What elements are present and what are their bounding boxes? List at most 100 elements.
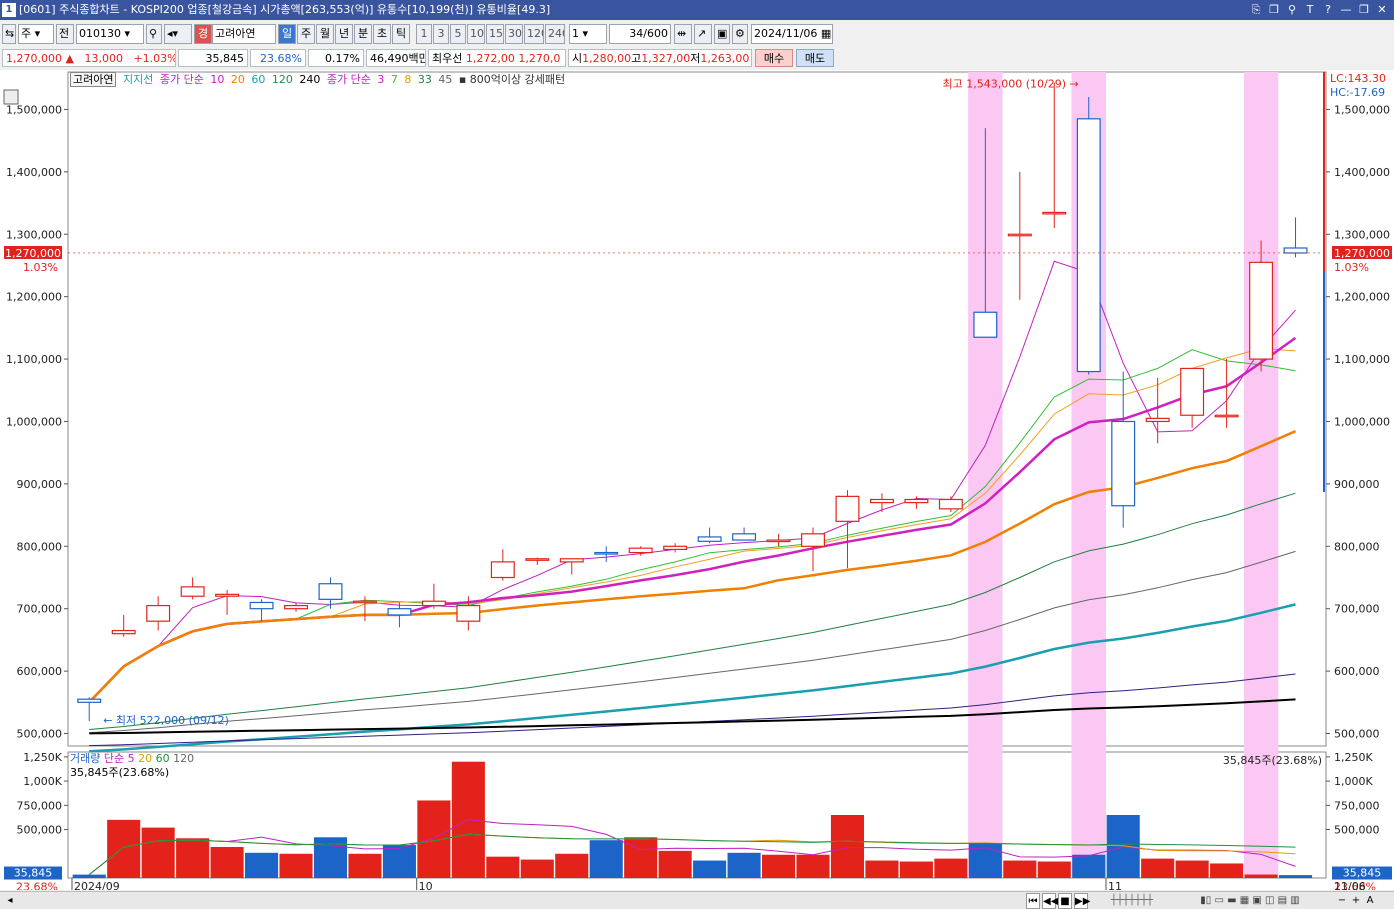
ratio-value: 0.17% xyxy=(308,49,364,67)
candle-body-10 xyxy=(421,600,446,607)
candle-body-30 xyxy=(1111,420,1136,507)
candle-body-32 xyxy=(1180,367,1205,416)
price-tick-label-right-3: 1,200,000 xyxy=(1334,291,1390,304)
current-price-right: 1,270,000 xyxy=(1334,247,1390,260)
interval-button-5[interactable]: 5 xyxy=(450,24,466,44)
interval-button-15[interactable]: 15 xyxy=(486,24,504,44)
period-tab-2[interactable]: 월 xyxy=(316,24,334,44)
price-tick-label-left-9: 600,000 xyxy=(17,665,63,678)
window-control-4[interactable]: ? xyxy=(1322,0,1334,20)
search-icon[interactable]: ⚲ xyxy=(146,24,162,44)
window-control-0[interactable]: ⎘ xyxy=(1250,0,1262,20)
period-tab-5[interactable]: 초 xyxy=(373,24,391,44)
volume-bar-22 xyxy=(830,815,865,878)
window-control-1[interactable]: ❐ xyxy=(1268,0,1280,20)
date-input[interactable]: 2024/11/06 ▦ xyxy=(751,24,833,44)
volume-bar-24 xyxy=(899,861,933,878)
chart-area[interactable]: 1,500,000 1,500,000 1,400,000 1,400,000 1,30… xyxy=(0,70,1394,894)
interval-button-240[interactable]: 240 xyxy=(545,24,565,44)
interval-button-3[interactable]: 3 xyxy=(433,24,449,44)
market-select[interactable]: 주 ▾ xyxy=(18,24,54,44)
volume-bar-0 xyxy=(72,874,106,878)
interval-button-30[interactable]: 30 xyxy=(505,24,523,44)
candlestick-chart[interactable]: 1,500,000 1,500,000 1,400,000 1,400,000 1,30… xyxy=(0,70,1394,894)
price-tick-label-right-8: 700,000 xyxy=(1334,603,1380,616)
count-input[interactable]: 34/600 xyxy=(609,24,671,44)
legend-ma2-label: 종가 단순 xyxy=(326,73,371,86)
volume-bar-34 xyxy=(1244,874,1278,878)
unit-select[interactable]: 1 ▾ xyxy=(569,24,607,44)
candle-body-17 xyxy=(663,545,688,551)
current-price-left: 1,270,000 xyxy=(5,247,61,260)
date-label-0: 2024/09 xyxy=(74,880,120,890)
first-page-icon[interactable]: ⏮ xyxy=(1026,893,1040,909)
candle-body-5 xyxy=(249,601,274,610)
volume-pct-left: 23.68% xyxy=(16,881,58,890)
volume-bar-27 xyxy=(1003,860,1037,878)
candle-body-34 xyxy=(1249,261,1274,360)
candle-body-26 xyxy=(973,311,998,338)
stop-icon[interactable]: ■ xyxy=(1058,893,1072,909)
title-bar: 1 [0601] 주식종합차트 - KOSPI200 업종[철강금속] 시가총액… xyxy=(0,0,1394,20)
font-size-icon[interactable]: A xyxy=(1364,893,1376,909)
speaker-icon[interactable]: ◂▾ xyxy=(164,24,192,44)
prev-page-icon[interactable]: ◀◀ xyxy=(1042,893,1058,909)
volume-ma-5: 5 xyxy=(127,752,135,765)
chart-type-icon[interactable]: ↗ xyxy=(694,24,712,44)
zoom-slider[interactable]: ┼┼┼┼┼┼┼ xyxy=(1098,893,1166,909)
next-page-icon[interactable]: ▶▶ xyxy=(1074,893,1090,909)
volume-tick-label-left-2: 750,000 xyxy=(17,799,63,812)
volume-bar-29 xyxy=(1072,854,1106,878)
scroll-left-icon[interactable]: ◂ xyxy=(4,893,16,909)
buy-button[interactable]: 매수 xyxy=(755,49,793,67)
sell-button[interactable]: 매도 xyxy=(796,49,834,67)
window-control-5[interactable]: — xyxy=(1340,0,1352,20)
legend-stock-name[interactable]: 고려아연 xyxy=(70,72,117,87)
volume-current-right-label: 35,845주(23.68%) xyxy=(1223,754,1322,767)
lc-label: LC:143.30 xyxy=(1330,72,1386,85)
refresh-icon[interactable]: ⇆ xyxy=(2,24,16,44)
stock-name[interactable]: 고려아연 xyxy=(212,24,276,44)
interval-button-120[interactable]: 120 xyxy=(524,24,544,44)
period-tab-6[interactable]: 틱 xyxy=(392,24,410,44)
volume-bar-21 xyxy=(796,854,830,878)
window-controls: ⎘ ❐ ⚲ T? — ❐ ✕ xyxy=(1250,0,1388,20)
candle-body-1 xyxy=(111,629,136,635)
volume-bar-4 xyxy=(210,846,244,878)
period-tab-4[interactable]: 분 xyxy=(354,24,372,44)
volume-legend: 거래량 단순 5 20 60 120 35,845주(23.68%) xyxy=(70,752,194,780)
candle-body-21 xyxy=(801,533,825,547)
legend-ma-20: 20 xyxy=(230,73,245,86)
period-tab-0[interactable]: 일 xyxy=(278,24,296,44)
low-annotation: ← 최저 522,000 (09/12) xyxy=(103,714,229,727)
legend-ma2-3: 3 xyxy=(377,73,385,86)
bottom-scrollbar[interactable]: ◂ ⏮ ◀◀ ■ ▶▶ ┼┼┼┼┼┼┼ ▮▯ ▭ ▬ ▦ ▣ ◫ ▤ ▥ − +… xyxy=(0,891,1394,909)
candle-body-25 xyxy=(938,498,963,510)
view-icons[interactable]: ▮▯ ▭ ▬ ▦ ▣ ◫ ▤ ▥ xyxy=(1170,893,1330,909)
price-tick-label-right-10: 500,000 xyxy=(1334,728,1380,741)
interval-button-10[interactable]: 10 xyxy=(467,24,485,44)
candle-body-13 xyxy=(525,558,550,561)
volume-bar-2 xyxy=(141,827,175,878)
interval-button-1[interactable]: 1 xyxy=(416,24,432,44)
chart-legend: 고려아연 지지선 종가 단순 10 20 60 120 240 종가 단순 3 … xyxy=(70,72,571,88)
window-control-6[interactable]: ❐ xyxy=(1358,0,1370,20)
candle-body-24 xyxy=(904,498,929,504)
zoom-out-icon[interactable]: − xyxy=(1336,893,1348,909)
zoom-icon[interactable]: ⇹ xyxy=(674,24,692,44)
window-control-3[interactable]: T xyxy=(1304,0,1316,20)
zoom-in-icon[interactable]: + xyxy=(1350,893,1362,909)
prev-button[interactable]: 전 xyxy=(56,24,74,44)
price-tick-label-left-5: 1,000,000 xyxy=(6,415,62,428)
save-icon[interactable]: ▣ xyxy=(714,24,730,44)
period-tab-3[interactable]: 년 xyxy=(335,24,353,44)
legend-ma2-45: 45 xyxy=(438,73,453,86)
window-control-2[interactable]: ⚲ xyxy=(1286,0,1298,20)
code-input[interactable]: 010130 ▾ xyxy=(76,24,144,44)
price-tick-label-left-2: 1,300,000 xyxy=(6,228,62,241)
window-control-7[interactable]: ✕ xyxy=(1376,0,1388,20)
high-annotation: 최고 1,543,000 (10/29) → xyxy=(943,78,1079,91)
warning-flag: 경 xyxy=(194,24,212,44)
settings-icon[interactable]: ⚙ xyxy=(732,24,748,44)
period-tab-1[interactable]: 주 xyxy=(297,24,315,44)
